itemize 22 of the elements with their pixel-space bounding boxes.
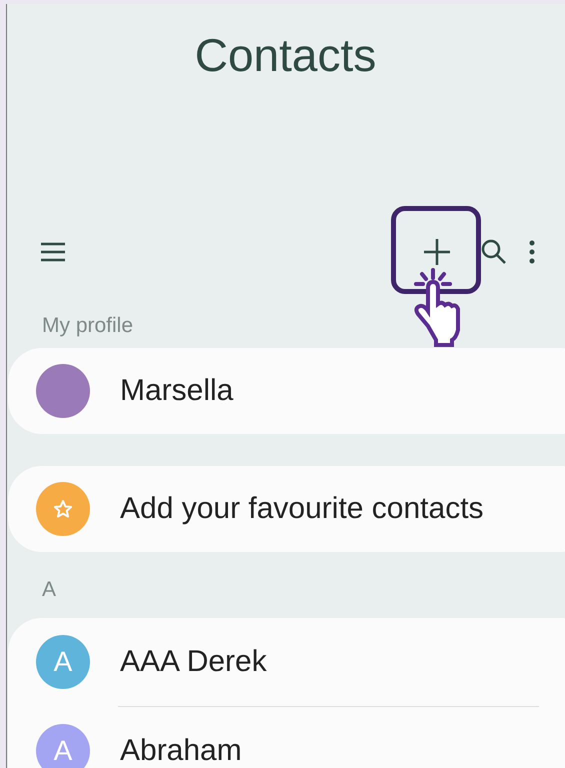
section-heading: My profile xyxy=(41,313,134,338)
contact-row[interactable]: A AAA Derek xyxy=(8,618,565,706)
contact-name: Abraham xyxy=(120,734,242,768)
favourites-label: Add your favourite contacts xyxy=(120,492,484,526)
search-icon xyxy=(481,239,507,265)
contact-row[interactable]: A Abraham xyxy=(8,707,565,768)
more-options-button[interactable] xyxy=(529,240,535,264)
tapping-hand-icon xyxy=(412,268,462,348)
page-title: Contacts xyxy=(194,28,378,83)
add-button[interactable] xyxy=(423,238,451,266)
favourites-card[interactable]: Add your favourite contacts xyxy=(8,466,565,552)
contact-avatar: A xyxy=(36,724,90,768)
profile-card[interactable]: Marsella xyxy=(8,348,565,434)
contact-avatar: A xyxy=(36,635,90,689)
more-options-icon xyxy=(529,240,535,264)
plus-icon xyxy=(423,238,451,266)
menu-icon xyxy=(40,241,66,263)
search-button[interactable] xyxy=(481,239,507,265)
contact-name: AAA Derek xyxy=(120,645,267,679)
index-letter: A xyxy=(41,577,58,603)
menu-button[interactable] xyxy=(40,241,66,263)
profile-name: Marsella xyxy=(120,374,234,408)
